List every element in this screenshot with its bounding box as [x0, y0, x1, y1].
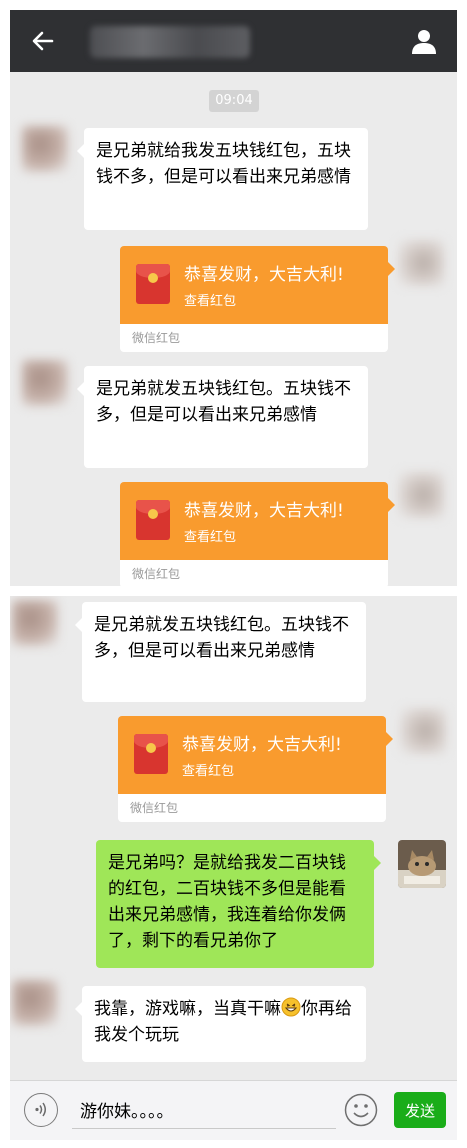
incoming-message: 是兄弟就给我发五块钱红包，五块钱不多，但是可以看出来兄弟感情 — [77, 128, 368, 230]
red-envelope-icon — [134, 734, 168, 774]
red-packet-footer: 微信红包 — [120, 560, 388, 586]
red-packet-body: 恭喜发财，大吉大利! 查看红包 — [118, 716, 393, 794]
friend-avatar[interactable] — [22, 126, 68, 172]
red-packet-footer: 微信红包 — [118, 794, 386, 822]
outgoing-message: 是兄弟吗？是就给我发二百块钱的红包，二百块钱不多但是能看出来兄弟感情，我连着给你… — [96, 840, 381, 968]
person-icon[interactable] — [409, 26, 439, 56]
chat-screenshot-bottom: 是兄弟就发五块钱红包。五块钱不多，但是可以看出来兄弟感情 恭喜发财，大吉大利! … — [10, 596, 457, 1140]
message-text-part1: 我靠，游戏嘛，当真干嘛 — [94, 999, 281, 1019]
message-input[interactable] — [72, 1091, 336, 1129]
red-packet-body: 恭喜发财，大吉大利! 查看红包 — [120, 246, 395, 324]
message-timestamp: 09:04 — [209, 90, 259, 112]
send-button[interactable]: 发送 — [394, 1092, 446, 1128]
friend-avatar[interactable] — [12, 980, 58, 1026]
red-packet-action: 查看红包 — [182, 764, 235, 779]
friend-avatar[interactable] — [12, 600, 58, 646]
red-packet-action: 查看红包 — [184, 530, 237, 545]
red-packet-body: 恭喜发财，大吉大利! 查看红包 — [120, 482, 395, 560]
contact-name-blurred — [90, 26, 250, 58]
incoming-message: 是兄弟就发五块钱红包。五块钱不多，但是可以看出来兄弟感情 — [77, 366, 368, 468]
red-packet-greeting: 恭喜发财，大吉大利! — [182, 735, 342, 755]
red-packet-greeting: 恭喜发财，大吉大利! — [184, 501, 344, 521]
friend-avatar[interactable] — [22, 360, 68, 406]
red-packet-action: 查看红包 — [184, 294, 237, 309]
my-avatar[interactable] — [398, 472, 444, 518]
red-packet-message[interactable]: 恭喜发财，大吉大利! 查看红包 微信红包 — [120, 246, 395, 352]
red-packet-message[interactable]: 恭喜发财，大吉大利! 查看红包 微信红包 — [120, 482, 395, 586]
message-text: 是兄弟吗？是就给我发二百块钱的红包，二百块钱不多但是能看出来兄弟感情，我连着给你… — [108, 853, 346, 951]
chat-header — [10, 10, 457, 72]
message-text: 是兄弟就给我发五块钱红包，五块钱不多，但是可以看出来兄弟感情 — [96, 141, 351, 187]
my-avatar[interactable] — [400, 708, 446, 754]
message-input-bar: 发送 — [10, 1080, 457, 1140]
message-text: 是兄弟就发五块钱红包。五块钱不多，但是可以看出来兄弟感情 — [96, 379, 351, 425]
voice-icon[interactable] — [24, 1093, 58, 1127]
red-envelope-icon — [136, 500, 170, 540]
my-avatar[interactable] — [398, 240, 444, 286]
red-packet-greeting: 恭喜发财，大吉大利! — [184, 265, 344, 285]
red-packet-footer: 微信红包 — [120, 324, 388, 352]
incoming-message: 我靠，游戏嘛，当真干嘛 你再给我发个玩玩 — [75, 986, 366, 1062]
message-text: 是兄弟就发五块钱红包。五块钱不多，但是可以看出来兄弟感情 — [94, 615, 349, 661]
cat-photo-icon — [398, 840, 446, 888]
red-packet-message[interactable]: 恭喜发财，大吉大利! 查看红包 微信红包 — [118, 716, 393, 822]
red-envelope-icon — [136, 264, 170, 304]
back-arrow-icon[interactable] — [30, 28, 56, 54]
incoming-message: 是兄弟就发五块钱红包。五块钱不多，但是可以看出来兄弟感情 — [75, 602, 366, 702]
grinning-face-icon — [281, 997, 301, 1017]
chat-screenshot-top: 09:04 是兄弟就给我发五块钱红包，五块钱不多，但是可以看出来兄弟感情 恭喜发… — [10, 10, 457, 586]
smiley-icon[interactable] — [344, 1093, 378, 1127]
cat-avatar[interactable] — [398, 840, 446, 888]
